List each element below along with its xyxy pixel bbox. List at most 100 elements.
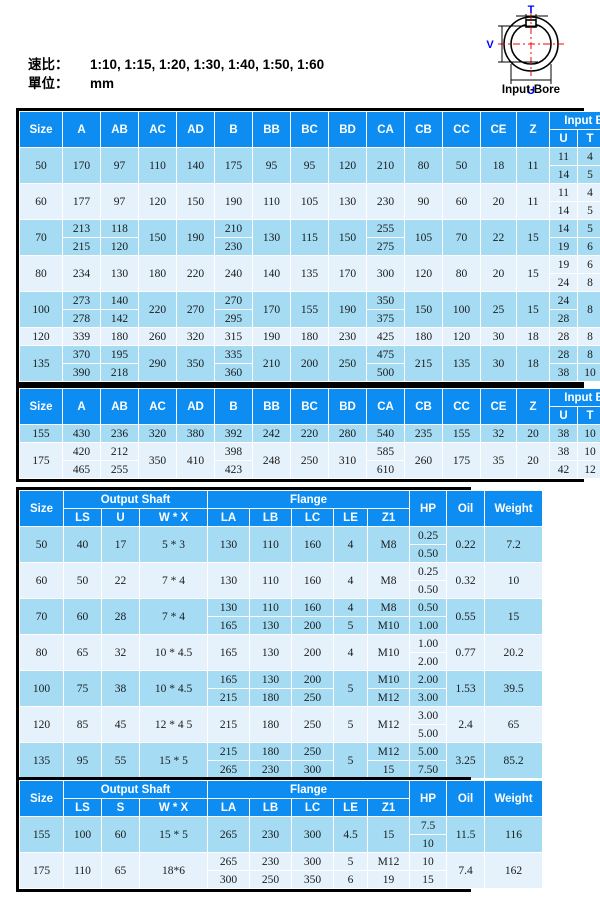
cell-bd: 170 bbox=[328, 255, 367, 292]
cell-le: 5 bbox=[333, 852, 369, 871]
diagram-label-v: V bbox=[486, 39, 494, 51]
cell-u: 45 bbox=[101, 706, 140, 743]
col-le: LE bbox=[333, 508, 369, 527]
col-group-output-shaft: Output Shaft bbox=[62, 490, 209, 509]
table-row: 135 370 195 290 350 335 210 200 250 475 215 135 30 18… bbox=[19, 345, 600, 382]
cell-z: 15 bbox=[516, 219, 550, 256]
cell-wx: 15 * 5 bbox=[138, 816, 209, 853]
cell-z1: 15 bbox=[367, 760, 411, 779]
cell-ab: 255 bbox=[100, 460, 139, 479]
cell-b: 230 bbox=[214, 237, 253, 256]
cell-a: 213 bbox=[62, 219, 101, 238]
col-b: B bbox=[214, 388, 253, 425]
cell-ca: 425 bbox=[366, 327, 405, 346]
cell-le: 4.5 bbox=[333, 816, 369, 853]
cell-cc: 60 bbox=[442, 183, 481, 220]
table-row: 135 95 55 15 * 5 215 180 250 5 M12 5.00 3.25 85.2 bbox=[19, 742, 544, 779]
cell-bc: 155 bbox=[290, 291, 329, 328]
col-z: Z bbox=[516, 388, 550, 425]
col-bd: BD bbox=[328, 111, 367, 148]
cell-bore-t: 10 bbox=[577, 424, 600, 443]
cell-le: 4 bbox=[333, 598, 369, 617]
cell-u: 17 bbox=[101, 526, 140, 563]
cell-ad: 270 bbox=[176, 291, 215, 328]
cell-ls: 100 bbox=[63, 816, 102, 853]
cell-bore-t: 8 bbox=[577, 291, 600, 328]
table-row: 120 339 180 260 320 315 190 180 230 425 180 120 30 18… bbox=[19, 327, 600, 346]
cell-oil: 0.55 bbox=[446, 598, 486, 635]
main-dimensions-table-1: Size A AB AC AD B BB BC BD CA CB CC CE Z… bbox=[16, 108, 600, 385]
cell-weight: 116 bbox=[484, 816, 544, 853]
table-row: 80 234 130 180 220 240 140 135 170 300 120 80 20 15 19… bbox=[19, 255, 600, 292]
cell-z1: M12 bbox=[367, 852, 411, 871]
cell-bore-t: 4 bbox=[577, 147, 600, 166]
cell-bore-t: 5 bbox=[577, 219, 600, 238]
cell-u: 55 bbox=[101, 742, 140, 779]
cell-lc: 250 bbox=[291, 688, 335, 707]
cell-hp: 0.25 bbox=[409, 526, 448, 545]
cell-wx: 7 * 4 bbox=[138, 562, 209, 599]
cell-bd: 130 bbox=[328, 183, 367, 220]
cell-la: 265 bbox=[207, 760, 251, 779]
cell-lb: 180 bbox=[249, 742, 293, 761]
cell-z1: M12 bbox=[367, 742, 411, 761]
col-ab: AB bbox=[100, 111, 139, 148]
cell-b: 398 bbox=[214, 442, 253, 461]
cell-la: 265 bbox=[207, 816, 251, 853]
cell-cc: 100 bbox=[442, 291, 481, 328]
col-ca: CA bbox=[366, 111, 405, 148]
cell-z: 11 bbox=[516, 147, 550, 184]
cell-bore-u: 24 bbox=[549, 273, 578, 292]
cell-cb: 180 bbox=[404, 327, 443, 346]
cell-a: 339 bbox=[62, 327, 101, 346]
table-row: 70 60 28 7 * 4 130 110 160 4 M8 0.50 0.55 15 bbox=[19, 598, 544, 635]
cell-oil: 2.4 bbox=[446, 706, 486, 743]
col-group-input-bore: Input Bore bbox=[549, 111, 600, 130]
cell-u: 38 bbox=[101, 670, 140, 707]
cell-size: 155 bbox=[19, 424, 63, 443]
cell-weight: 162 bbox=[484, 852, 544, 889]
cell-ce: 25 bbox=[480, 291, 517, 328]
cell-la: 215 bbox=[207, 688, 251, 707]
cell-lc: 160 bbox=[291, 526, 335, 563]
output-flange-table-1: Size Output Shaft Flange HP Oil Weight L… bbox=[16, 487, 544, 782]
cell-ac: 320 bbox=[138, 424, 177, 443]
cell-ab: 212 bbox=[100, 442, 139, 461]
cell-lc: 250 bbox=[291, 706, 335, 743]
table-header-row: Size A AB AC AD B BB BC BD CA CB CC CE Z… bbox=[19, 111, 600, 148]
cell-oil: 3.25 bbox=[446, 742, 486, 779]
cell-cc: 80 bbox=[442, 255, 481, 292]
cell-bb: 110 bbox=[252, 183, 291, 220]
cell-z1: M8 bbox=[367, 562, 411, 599]
table-row: 175 110 65 18*6 265 230 300 5 M12 10 7.4 162 bbox=[19, 852, 544, 889]
input-bore-caption: Input-Bore bbox=[501, 84, 561, 96]
cell-bore-t: 6 bbox=[577, 255, 600, 274]
table-row: 100 75 38 10 * 4.5 165 130 200 5 M10 2.00 1.53 39.5 bbox=[19, 670, 544, 707]
cell-ac: 350 bbox=[138, 442, 177, 479]
cell-wx: 7 * 4 bbox=[138, 598, 209, 635]
cell-ca: 540 bbox=[366, 424, 405, 443]
cell-la: 300 bbox=[207, 870, 251, 889]
col-lb: LB bbox=[249, 508, 293, 527]
table-body: 50 40 17 5 * 3 130 110 160 4 M8 0.25 0.22 7.2 0.50 60… bbox=[19, 526, 544, 779]
cell-ls: 40 bbox=[63, 526, 102, 563]
cell-lb: 180 bbox=[249, 706, 293, 743]
cell-size: 50 bbox=[19, 147, 63, 184]
cell-ac: 290 bbox=[138, 345, 177, 382]
cell-hp: 15 bbox=[409, 870, 448, 889]
col-ac: AC bbox=[138, 111, 177, 148]
cell-le: 5 bbox=[333, 670, 369, 707]
cell-bore-u: 19 bbox=[549, 237, 578, 256]
cell-ac: 180 bbox=[138, 255, 177, 292]
cell-a: 430 bbox=[62, 424, 101, 443]
table-row: 501709711014017595951202108050181111412.… bbox=[19, 147, 600, 184]
main-dimensions-table-2: Size A AB AC AD B BB BC BD CA CB CC CE Z… bbox=[16, 385, 600, 482]
cell-bd: 150 bbox=[328, 219, 367, 256]
col-b: B bbox=[214, 111, 253, 148]
col-wx: W * X bbox=[138, 508, 209, 527]
col-ad: AD bbox=[176, 111, 215, 148]
col-group-flange: Flange bbox=[207, 780, 411, 799]
cell-lc: 300 bbox=[291, 816, 335, 853]
cell-b: 315 bbox=[214, 327, 253, 346]
cell-lb: 130 bbox=[249, 634, 293, 671]
